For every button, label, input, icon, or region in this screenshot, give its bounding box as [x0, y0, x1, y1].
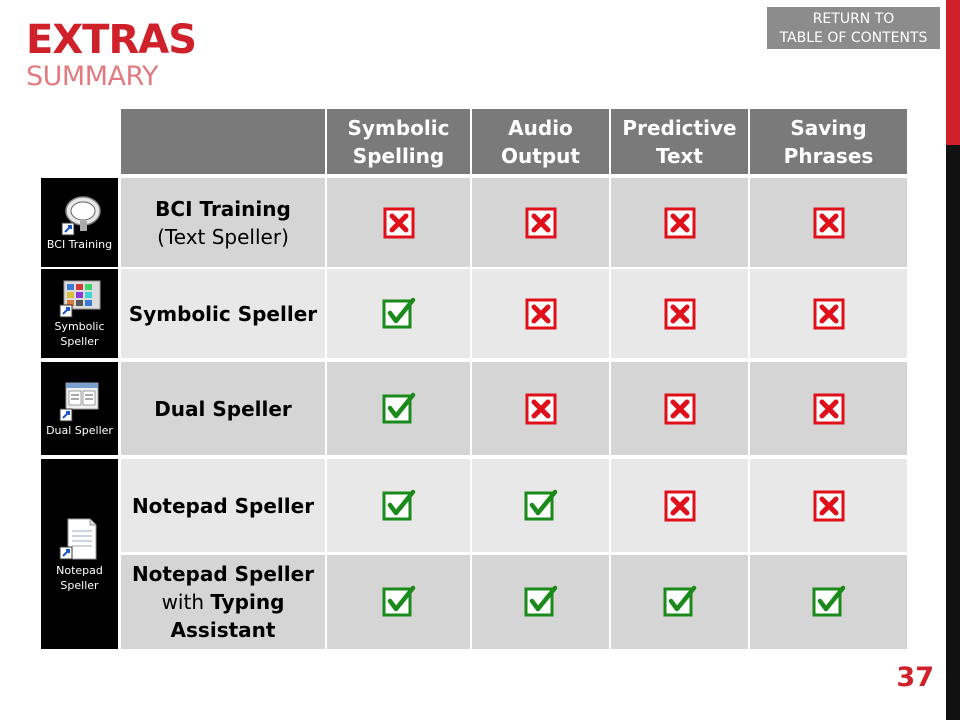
mark-cell-check	[327, 269, 470, 358]
col-header-predictive-text: Predictive Text	[611, 109, 748, 174]
table-row-dual-speller: Dual Speller	[121, 362, 907, 455]
table-row-notepad-speller: Notepad Speller	[121, 459, 907, 552]
table-row-notepad-speller-typing-assistant: Notepad Speller with Typing Assistant	[121, 555, 907, 649]
check-icon	[524, 585, 557, 617]
mark-cell-cross	[472, 362, 609, 455]
shortcut-label: BCI Training	[46, 238, 113, 251]
page-number: 37	[896, 662, 934, 693]
cross-icon	[525, 393, 556, 424]
cross-icon	[383, 207, 414, 238]
col-header-saving-phrases: Saving Phrases	[750, 109, 907, 174]
mark-cell-cross	[472, 269, 609, 358]
shortcut-label-line2: Speller	[60, 579, 99, 592]
bci2000-icon	[61, 196, 101, 236]
col-header-audio-output: Audio Output	[472, 109, 609, 174]
shortcut-dual-speller[interactable]: Dual Speller	[41, 362, 118, 455]
row-label: Dual Speller	[121, 362, 325, 455]
row-label: Notepad Speller with Typing Assistant	[121, 555, 325, 649]
mark-cell-check	[472, 555, 609, 649]
check-icon	[382, 585, 415, 617]
cross-icon	[525, 207, 556, 238]
cross-icon	[664, 298, 695, 329]
shortcut-label-line1: Symbolic	[54, 319, 105, 333]
page-title: EXTRAS	[26, 17, 197, 63]
cross-icon	[525, 298, 556, 329]
return-label-line2: TABLE OF CONTENTS	[779, 30, 928, 46]
shortcut-bci-training[interactable]: BCI Training	[41, 178, 118, 267]
check-icon	[812, 585, 845, 617]
mark-cell-cross	[750, 178, 907, 267]
shortcut-label-line1: Notepad	[56, 564, 103, 577]
mark-cell-check	[611, 555, 748, 649]
shortcut-notepad-speller[interactable]: Notepad Speller	[41, 459, 118, 649]
cross-icon	[664, 207, 695, 238]
row-label: Symbolic Speller	[121, 269, 325, 358]
table-row-symbolic-speller: Symbolic Speller	[121, 269, 907, 358]
cross-icon	[813, 207, 844, 238]
symbolic-speller-icon	[59, 280, 100, 317]
return-label-line1: RETURN TO	[812, 11, 895, 27]
table-header: Symbolic Spelling Audio Output Predictive T…	[121, 109, 907, 174]
row-label: Notepad Speller	[121, 459, 325, 552]
cross-icon	[664, 490, 695, 521]
mark-cell-check	[472, 459, 609, 552]
cross-icon	[664, 393, 695, 424]
cross-icon	[813, 393, 844, 424]
check-icon	[382, 392, 415, 423]
mark-cell-cross	[750, 459, 907, 552]
mark-cell-check	[327, 555, 470, 649]
mark-cell-cross	[327, 178, 470, 267]
mark-cell-cross	[472, 178, 609, 267]
shortcut-symbolic-speller[interactable]: Symbolic Speller	[41, 269, 118, 358]
mark-cell-cross	[750, 362, 907, 455]
check-icon	[663, 585, 696, 617]
mark-cell-cross	[750, 269, 907, 358]
side-accent-bar	[946, 0, 960, 145]
mark-cell-cross	[611, 269, 748, 358]
cross-icon	[813, 490, 844, 521]
shortcut-label-line2: Speller	[60, 334, 99, 348]
mark-cell-cross	[611, 459, 748, 552]
mark-cell-cross	[611, 178, 748, 267]
cross-icon	[813, 298, 844, 329]
return-to-contents-button[interactable]: RETURN TO TABLE OF CONTENTS	[767, 7, 940, 49]
col-header-symbolic-spelling: Symbolic Spelling	[327, 109, 470, 174]
shortcut-label: Dual Speller	[46, 424, 113, 437]
header-blank-cell	[121, 109, 325, 174]
page-subtitle: SUMMARY	[26, 61, 159, 92]
mark-cell-check	[750, 555, 907, 649]
dual-speller-icon	[59, 382, 98, 422]
mark-cell-check	[327, 459, 470, 552]
mark-cell-check	[327, 362, 470, 455]
check-icon	[382, 297, 415, 328]
notepad-icon	[59, 518, 96, 560]
table-row-bci-training: BCI Training (Text Speller)	[121, 178, 907, 267]
mark-cell-cross	[611, 362, 748, 455]
check-icon	[524, 489, 557, 520]
row-label: BCI Training (Text Speller)	[121, 178, 325, 267]
check-icon	[382, 489, 415, 520]
